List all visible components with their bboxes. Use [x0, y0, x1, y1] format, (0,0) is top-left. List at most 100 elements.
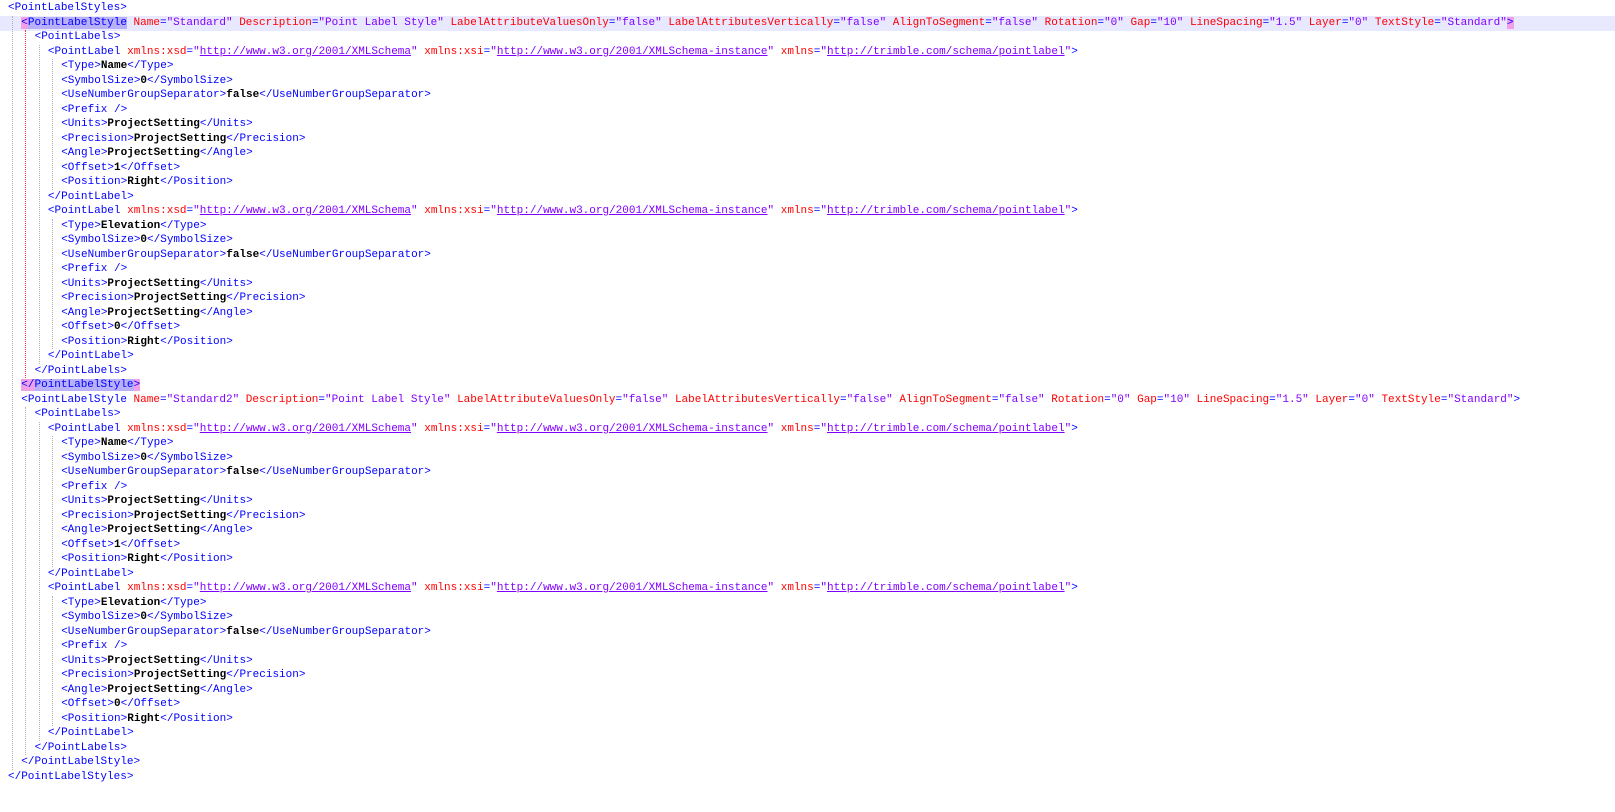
code-line[interactable]: <Precision>ProjectSetting</Precision> — [0, 509, 1615, 524]
xml-bracket: < — [61, 654, 68, 667]
code-line[interactable]: <UseNumberGroupSeparator>false</UseNumbe… — [0, 625, 1615, 640]
code-line[interactable]: <Prefix /> — [0, 103, 1615, 118]
code-line[interactable]: <Precision>ProjectSetting</Precision> — [0, 668, 1615, 683]
xml-attribute-value: " — [411, 205, 418, 217]
code-line[interactable]: <PointLabelStyle Name="Standard2" Descri… — [0, 393, 1615, 408]
xml-bracket: </ — [160, 553, 174, 565]
xml-bracket: > — [120, 741, 128, 754]
code-line[interactable]: <PointLabels> — [0, 30, 1615, 45]
code-line[interactable]: <Type>Name</Type> — [0, 436, 1615, 451]
code-line[interactable]: <Angle>ProjectSetting</Angle> — [0, 523, 1615, 538]
xml-url-link[interactable]: http://trimble.com/schema/pointlabel — [827, 423, 1065, 435]
xml-attribute-name: AlignToSegment — [899, 393, 992, 406]
xml-bracket: < — [61, 118, 68, 130]
xml-tag-name: Prefix — [67, 480, 108, 493]
code-line[interactable]: <SymbolSize>0</SymbolSize> — [0, 233, 1615, 248]
xml-bracket: </ — [199, 524, 214, 536]
code-line[interactable]: <UseNumberGroupSeparator>false</UseNumbe… — [0, 465, 1615, 480]
code-line[interactable]: <PointLabelStyles> — [0, 1, 1615, 16]
xml-url-link[interactable]: http://www.w3.org/2001/XMLSchema — [200, 582, 411, 594]
code-line[interactable]: <Position>Right</Position> — [0, 552, 1615, 567]
code-line[interactable]: </PointLabelStyle> — [0, 755, 1615, 770]
code-line[interactable]: <Position>Right</Position> — [0, 712, 1615, 727]
code-line[interactable]: <PointLabels> — [0, 407, 1615, 422]
code-line[interactable]: </PointLabel> — [0, 190, 1615, 205]
code-line[interactable]: <Angle>ProjectSetting</Angle> — [0, 146, 1615, 161]
xml-url-link[interactable]: http://www.w3.org/2001/XMLSchema — [200, 46, 411, 58]
xml-tag-name: Precision — [67, 669, 128, 681]
xml-tag-name: Offset — [67, 698, 108, 710]
code-line[interactable]: </PointLabel> — [0, 726, 1615, 741]
xml-url-link[interactable]: http://www.w3.org/2001/XMLSchema — [200, 205, 411, 217]
xml-editor[interactable]: <PointLabelStyles> <PointLabelStyle Name=… — [0, 0, 1615, 812]
xml-url-link[interactable]: http://trimble.com/schema/pointlabel — [827, 205, 1065, 217]
xml-attribute-name: Description — [245, 393, 319, 406]
xml-bracket: </ — [47, 567, 62, 580]
code-line[interactable]: <Offset>0</Offset> — [0, 697, 1615, 712]
code-line[interactable]: <SymbolSize>0</SymbolSize> — [0, 610, 1615, 625]
xml-bracket: </ — [34, 364, 48, 377]
code-line[interactable]: <Prefix /> — [0, 639, 1615, 654]
code-line[interactable]: <Angle>ProjectSetting</Angle> — [0, 683, 1615, 698]
code-line[interactable]: <Type>Elevation</Type> — [0, 596, 1615, 611]
code-line[interactable]: <Position>Right</Position> — [0, 175, 1615, 190]
xml-tag-name: Type — [67, 437, 95, 449]
code-line[interactable]: <SymbolSize>0</SymbolSize> — [0, 451, 1615, 466]
xml-tag-name: Precision — [239, 509, 299, 522]
code-line[interactable]: <PointLabel xmlns:xsd="http://www.w3.org… — [0, 422, 1615, 437]
code-line[interactable]: <Angle>ProjectSetting</Angle> — [0, 306, 1615, 321]
xml-space — [774, 46, 781, 58]
indent-guide — [51, 595, 53, 726]
xml-bracket: > — [246, 495, 253, 507]
code-line[interactable]: <Type>Name</Type> — [0, 59, 1615, 74]
code-line[interactable]: <PointLabel xmlns:xsd="http://www.w3.org… — [0, 204, 1615, 219]
code-line[interactable]: <SymbolSize>0</SymbolSize> — [0, 74, 1615, 89]
code-line[interactable]: <Position>Right</Position> — [0, 335, 1615, 350]
code-line[interactable]: <Offset>1</Offset> — [0, 161, 1615, 176]
xml-bracket: </ — [47, 350, 62, 362]
code-line[interactable]: </PointLabel> — [0, 567, 1615, 582]
xml-bracket: = — [1156, 393, 1164, 406]
code-line[interactable]: </PointLabels> — [0, 364, 1615, 379]
code-line[interactable]: <Offset>1</Offset> — [0, 538, 1615, 553]
code-line[interactable]: <Prefix /> — [0, 262, 1615, 277]
code-line[interactable]: </PointLabelStyle> — [0, 378, 1615, 393]
xml-bracket: > — [246, 524, 253, 536]
code-line[interactable]: <Units>ProjectSetting</Units> — [0, 494, 1615, 509]
xml-bracket: /> — [114, 103, 128, 116]
xml-bracket: </ — [34, 741, 48, 754]
code-line[interactable]: </PointLabelStyles> — [0, 770, 1615, 785]
code-line[interactable]: <UseNumberGroupSeparator>false</UseNumbe… — [0, 248, 1615, 263]
xml-url-link[interactable]: http://www.w3.org/2001/XMLSchema — [200, 423, 411, 435]
xml-tag-name: PointLabel — [61, 350, 128, 362]
code-line[interactable]: <Offset>0</Offset> — [0, 320, 1615, 335]
code-line[interactable]: <Type>Elevation</Type> — [0, 219, 1615, 234]
code-line[interactable]: <Units>ProjectSetting</Units> — [0, 654, 1615, 669]
xml-url-link[interactable]: http://www.w3.org/2001/XMLSchema-instanc… — [497, 582, 768, 594]
xml-bracket: = — [985, 16, 992, 29]
code-line[interactable]: <Units>ProjectSetting</Units> — [0, 117, 1615, 132]
xml-tag-name: Angle — [67, 524, 101, 536]
xml-url-link[interactable]: http://www.w3.org/2001/XMLSchema-instanc… — [497, 46, 768, 58]
code-line[interactable]: <UseNumberGroupSeparator>false</UseNumbe… — [0, 88, 1615, 103]
code-line[interactable]: <Precision>ProjectSetting</Precision> — [0, 291, 1615, 306]
xml-bracket: > — [94, 596, 101, 609]
xml-bracket: < — [61, 509, 68, 522]
code-line[interactable]: <Units>ProjectSetting</Units> — [0, 277, 1615, 292]
xml-url-link[interactable]: http://www.w3.org/2001/XMLSchema-instanc… — [497, 423, 768, 435]
code-line[interactable]: </PointLabels> — [0, 741, 1615, 756]
code-line[interactable]: <PointLabel xmlns:xsd="http://www.w3.org… — [0, 581, 1615, 596]
xml-tag-name: Units — [213, 277, 247, 290]
code-line[interactable]: <Prefix /> — [0, 480, 1615, 495]
xml-bracket: > — [1513, 393, 1521, 406]
code-line[interactable]: <Precision>ProjectSetting</Precision> — [0, 132, 1615, 147]
xml-url-link[interactable]: http://trimble.com/schema/pointlabel — [827, 46, 1065, 58]
xml-url-link[interactable]: http://www.w3.org/2001/XMLSchema-instanc… — [497, 205, 768, 217]
xml-tag-name: PointLabelStyle — [27, 16, 127, 29]
xml-url-link[interactable]: http://trimble.com/schema/pointlabel — [827, 582, 1065, 594]
code-line[interactable]: <PointLabel xmlns:xsd="http://www.w3.org… — [0, 45, 1615, 60]
xml-attribute-name: TextStyle — [1381, 393, 1441, 406]
xml-attribute-value: "false" — [839, 16, 887, 29]
code-line[interactable]: <PointLabelStyle Name="Standard" Descrip… — [0, 15, 1615, 31]
code-line[interactable]: </PointLabel> — [0, 349, 1615, 364]
